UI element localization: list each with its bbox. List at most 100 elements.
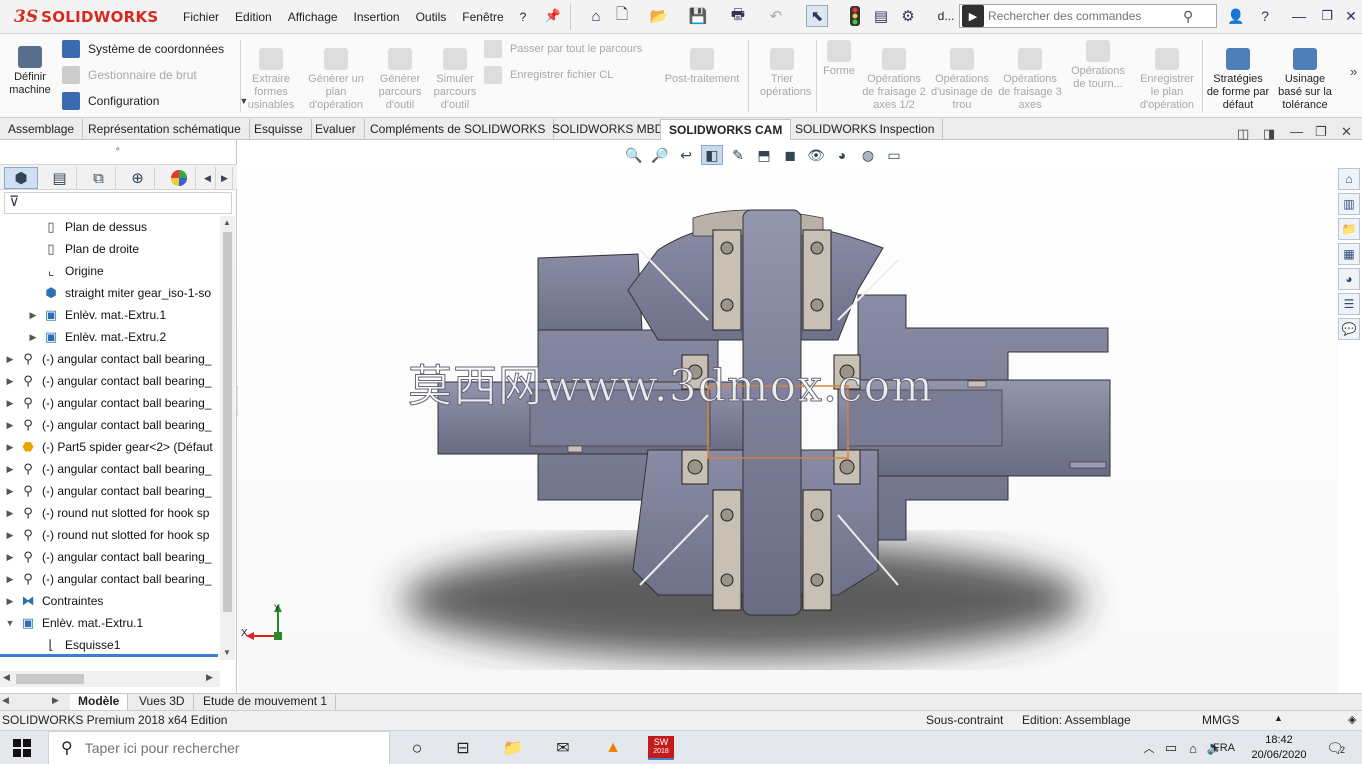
tree-item[interactable]: ▶ ▣ Enlèv. mat.-Extru.2 — [27, 326, 167, 348]
menu-help[interactable]: ? — [520, 10, 527, 24]
help-icon[interactable]: ? — [1256, 5, 1274, 27]
graphics-area[interactable]: 🔍 🔎 ↩ ◧ ✎ ⬒ ◼ 👁 ◕ ◍ ▭ 莫西网www.3dmox.com X… — [238, 140, 1338, 693]
tree-item[interactable]: ▶ ⬣ (-) Part5 spider gear<2> (Défaut — [4, 436, 213, 458]
tree-item[interactable]: ⌊ Esquisse1 — [27, 634, 120, 656]
solidworks-logo[interactable]: 3S SOLIDWORKS — [14, 6, 159, 28]
home-icon[interactable]: ⌂ — [586, 5, 606, 27]
taskbar-search-input[interactable] — [84, 740, 365, 756]
expand-toggle-icon[interactable]: ▶ — [4, 596, 16, 607]
restore-window-icon[interactable]: ❐ — [1318, 5, 1336, 27]
tab-mbd[interactable]: SOLIDWORKS MBD — [544, 119, 673, 140]
tree-item[interactable]: ▶ ⚲ (-) angular contact ball bearing_ — [4, 546, 212, 568]
tree-item[interactable]: ▶ ⚲ (-) angular contact ball bearing_ — [4, 414, 212, 436]
tab-scroll-right-icon[interactable]: ▶ — [52, 695, 59, 706]
expand-toggle-icon[interactable]: ▶ — [27, 332, 39, 343]
scroll-down-icon[interactable]: ▼ — [223, 648, 231, 657]
chevron-up-icon[interactable]: ▲ — [1274, 713, 1283, 723]
scroll-thumb[interactable] — [16, 674, 84, 684]
expand-toggle-icon[interactable]: ▶ — [27, 310, 39, 321]
tree-item[interactable]: ▼ ▣ Enlèv. mat.-Extru.1 — [4, 612, 144, 634]
expand-toggle-icon[interactable]: ▶ — [4, 552, 16, 563]
menu-fenetre[interactable]: Fenêtre — [462, 10, 503, 24]
close-window-icon[interactable]: ✕ — [1342, 5, 1360, 27]
assembly-section-model[interactable] — [238, 140, 1338, 693]
viewport-minimize-icon[interactable]: — — [1290, 124, 1303, 139]
tree-item[interactable]: ▶ ⚲ (-) angular contact ball bearing_ — [4, 348, 212, 370]
configuration-manager-tab-icon[interactable]: ⧉ — [82, 167, 116, 189]
save-cl-button[interactable]: Enregistrer fichier CL — [484, 66, 613, 84]
task-view-icon[interactable]: ⊟ — [450, 736, 476, 760]
post-process-button[interactable]: Post-traitement — [660, 48, 744, 86]
chevron-left-icon[interactable]: ◀ — [200, 167, 216, 189]
minimize-window-icon[interactable]: — — [1290, 5, 1308, 27]
tree-filter[interactable]: ⊽ — [4, 192, 232, 214]
expand-toggle-icon[interactable]: ▶ — [4, 398, 16, 409]
stock-manager-button[interactable]: Gestionnaire de brut — [62, 66, 197, 84]
windows-start-icon[interactable] — [13, 739, 31, 757]
select-cursor-icon[interactable]: ⬉ — [806, 5, 828, 27]
cortana-icon[interactable]: ○ — [404, 736, 430, 760]
command-search[interactable]: ▶ ⚲ — [959, 4, 1217, 28]
tree-item[interactable]: ▶ ⚲ (-) angular contact ball bearing_ — [4, 392, 212, 414]
generate-toolpath-button[interactable]: Générer parcours d'outil — [372, 48, 428, 112]
tree-item[interactable]: ⬢ straight miter gear_iso-1-so — [27, 282, 211, 304]
expand-toggle-icon[interactable]: ▶ — [4, 442, 16, 453]
turning-button[interactable]: Opérations de tourn... — [1066, 40, 1130, 91]
chevron-right-icon[interactable]: » — [1350, 64, 1357, 79]
scroll-right-icon[interactable]: ▶ — [206, 672, 213, 683]
menu-outils[interactable]: Outils — [416, 10, 447, 24]
file-explorer-icon[interactable]: 📁 — [1338, 218, 1360, 240]
taskbar-clock[interactable]: 18:42 20/06/2020 — [1248, 733, 1310, 763]
tab-representation[interactable]: Représentation schématique — [80, 119, 250, 140]
scroll-left-icon[interactable]: ◀ — [3, 672, 10, 683]
tree-item[interactable]: ▶ ⚲ (-) round nut slotted for hook sp — [4, 502, 210, 524]
tree-item[interactable]: ▶ ⚲ (-) angular contact ball bearing_ — [4, 370, 212, 392]
menu-fichier[interactable]: Fichier — [183, 10, 219, 24]
user-account-icon[interactable]: 👤 — [1227, 5, 1245, 27]
sort-operations-button[interactable]: Trier opérations — [760, 48, 811, 99]
menu-affichage[interactable]: Affichage — [288, 10, 338, 24]
mill-2-5-axis-button[interactable]: Opérations de fraisage 2 axes 1/2 — [862, 48, 926, 112]
tab-motion-study[interactable]: Etude de mouvement 1 — [195, 694, 337, 710]
tree-item[interactable]: ▶ ⚲ (-) round nut slotted for hook sp — [4, 524, 210, 546]
tree-item[interactable]: ▶ ⚲ (-) angular contact ball bearing_ — [4, 458, 212, 480]
simulate-toolpath-button[interactable]: Simuler parcours d'outil — [430, 48, 480, 112]
expand-toggle-icon[interactable]: ▶ — [4, 420, 16, 431]
scroll-thumb[interactable] — [223, 232, 232, 612]
appearances-icon[interactable]: ◕ — [1338, 268, 1360, 290]
mill-3-axis-button[interactable]: Opérations de fraisage 3 axes — [998, 48, 1062, 112]
tree-horizontal-scrollbar[interactable]: ◀ ▶ — [0, 671, 220, 687]
hole-machining-button[interactable]: Opérations d'usinage de trou — [930, 48, 994, 112]
open-folder-icon[interactable]: 📂 — [648, 5, 670, 27]
tree-item[interactable]: ▯ Plan de droite — [27, 238, 139, 260]
tree-item[interactable]: ▶ ▣ Enlèv. mat.-Extru.1 — [27, 304, 167, 326]
tab-cam[interactable]: SOLIDWORKS CAM — [660, 119, 792, 140]
pin-menu-icon[interactable]: 📌 — [545, 5, 561, 27]
property-manager-tab-icon[interactable]: ▤ — [43, 167, 77, 189]
panel-grip-icon[interactable]: ⚬ — [114, 144, 122, 155]
search-icon[interactable]: ⚲ — [1183, 8, 1193, 25]
new-document-icon[interactable]: 🗋 — [612, 5, 632, 27]
undo-icon[interactable]: ↶ — [765, 5, 787, 27]
tree-item[interactable]: ▶ ⚲ (-) angular contact ball bearing_ — [4, 480, 212, 502]
tolerance-machining-button[interactable]: Usinage basé sur la tolérance — [1272, 48, 1338, 112]
traffic-light-icon[interactable] — [848, 5, 862, 27]
menu-insertion[interactable]: Insertion — [354, 10, 400, 24]
tree-item[interactable]: ▶ ⚲ (-) angular contact ball bearing_ — [4, 568, 212, 590]
language-indicator[interactable]: FRA — [1210, 736, 1238, 760]
viewport-tile-left-icon[interactable]: ◫ — [1237, 126, 1249, 142]
tab-assemblage[interactable]: Assemblage — [0, 119, 84, 140]
viewport-restore-icon[interactable]: ❐ — [1315, 124, 1327, 140]
tab-esquisse[interactable]: Esquisse — [246, 119, 312, 140]
dimxpert-tab-icon[interactable]: ⊕ — [121, 167, 155, 189]
viewport-close-icon[interactable]: ✕ — [1341, 124, 1352, 140]
file-properties-icon[interactable]: ▤ — [871, 5, 891, 27]
expand-toggle-icon[interactable]: ▶ — [4, 530, 16, 541]
solidworks-forum-icon[interactable]: 💬 — [1338, 318, 1360, 340]
expand-toggle-icon[interactable]: ▼ — [4, 618, 16, 628]
view-palette-icon[interactable]: ▦ — [1338, 243, 1360, 265]
coord-system-button[interactable]: Système de coordonnées — [62, 40, 224, 58]
vlc-icon[interactable]: ▲ — [600, 736, 626, 760]
solidworks-resources-icon[interactable]: ⌂ — [1338, 168, 1360, 190]
tab-modele[interactable]: Modèle — [70, 694, 129, 710]
